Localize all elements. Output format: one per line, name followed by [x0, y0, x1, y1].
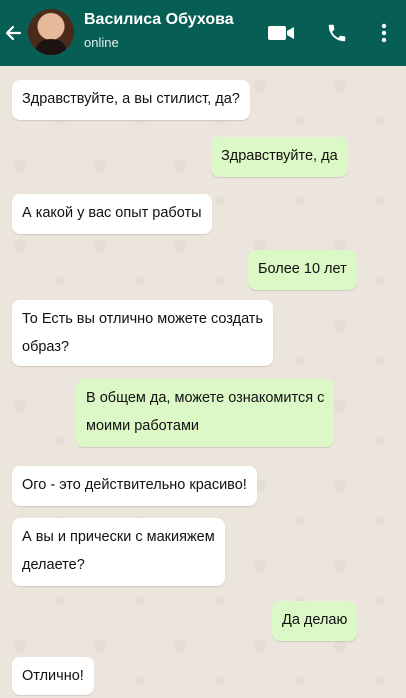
chat-area[interactable]: Здравствуйте, а вы стилист, да? Здравств…: [0, 66, 406, 698]
back-button[interactable]: [0, 18, 26, 48]
message-outgoing: В общем да, можете ознакомится с моими р…: [76, 379, 335, 447]
message-text: Отлично!: [22, 668, 84, 684]
message-incoming: А вы и прически с макияжем делаете?: [12, 518, 225, 586]
message-text-line: моими работами: [86, 418, 200, 434]
more-menu-button[interactable]: [376, 20, 392, 46]
message-text-line: образ?: [22, 339, 70, 355]
message-incoming: Здравствуйте, а вы стилист, да?: [12, 80, 250, 120]
chat-header: Василиса Обухова online: [0, 0, 406, 66]
message-outgoing: Да делаю: [272, 601, 358, 641]
message-text-line: делаете?: [22, 557, 85, 573]
message-outgoing: Здравствуйте, да: [211, 137, 348, 177]
message-text: Здравствуйте, а вы стилист, да?: [22, 91, 240, 107]
message-text: А какой у вас опыт работы: [22, 205, 202, 221]
message-text: Более 10 лет: [258, 261, 347, 277]
avatar[interactable]: [28, 9, 74, 55]
video-call-icon: [268, 26, 294, 40]
message-outgoing: Более 10 лет: [248, 250, 357, 290]
phone-icon: [328, 24, 346, 42]
more-vertical-icon: [381, 23, 387, 43]
contact-status: online: [84, 35, 119, 50]
voice-call-button[interactable]: [324, 20, 350, 46]
message-text: Ого - это действительно красиво!: [22, 477, 247, 493]
contact-name[interactable]: Василиса Обухова: [84, 11, 234, 29]
message-incoming: То Есть вы отлично можете создать образ?: [12, 300, 274, 366]
message-text-line: В общем да, можете ознакомится с: [86, 390, 325, 406]
message-text: Здравствуйте, да: [221, 148, 338, 164]
message-text: Да делаю: [282, 612, 348, 628]
message-incoming: Ого - это действительно красиво!: [12, 466, 257, 506]
arrow-left-icon: [5, 25, 22, 41]
message-text-line: То Есть вы отлично можете создать: [22, 311, 264, 327]
video-call-button[interactable]: [266, 20, 296, 46]
message-incoming: Отлично!: [12, 657, 94, 695]
message-incoming: А какой у вас опыт работы: [12, 194, 212, 234]
message-text-line: А вы и прически с макияжем: [22, 529, 215, 545]
